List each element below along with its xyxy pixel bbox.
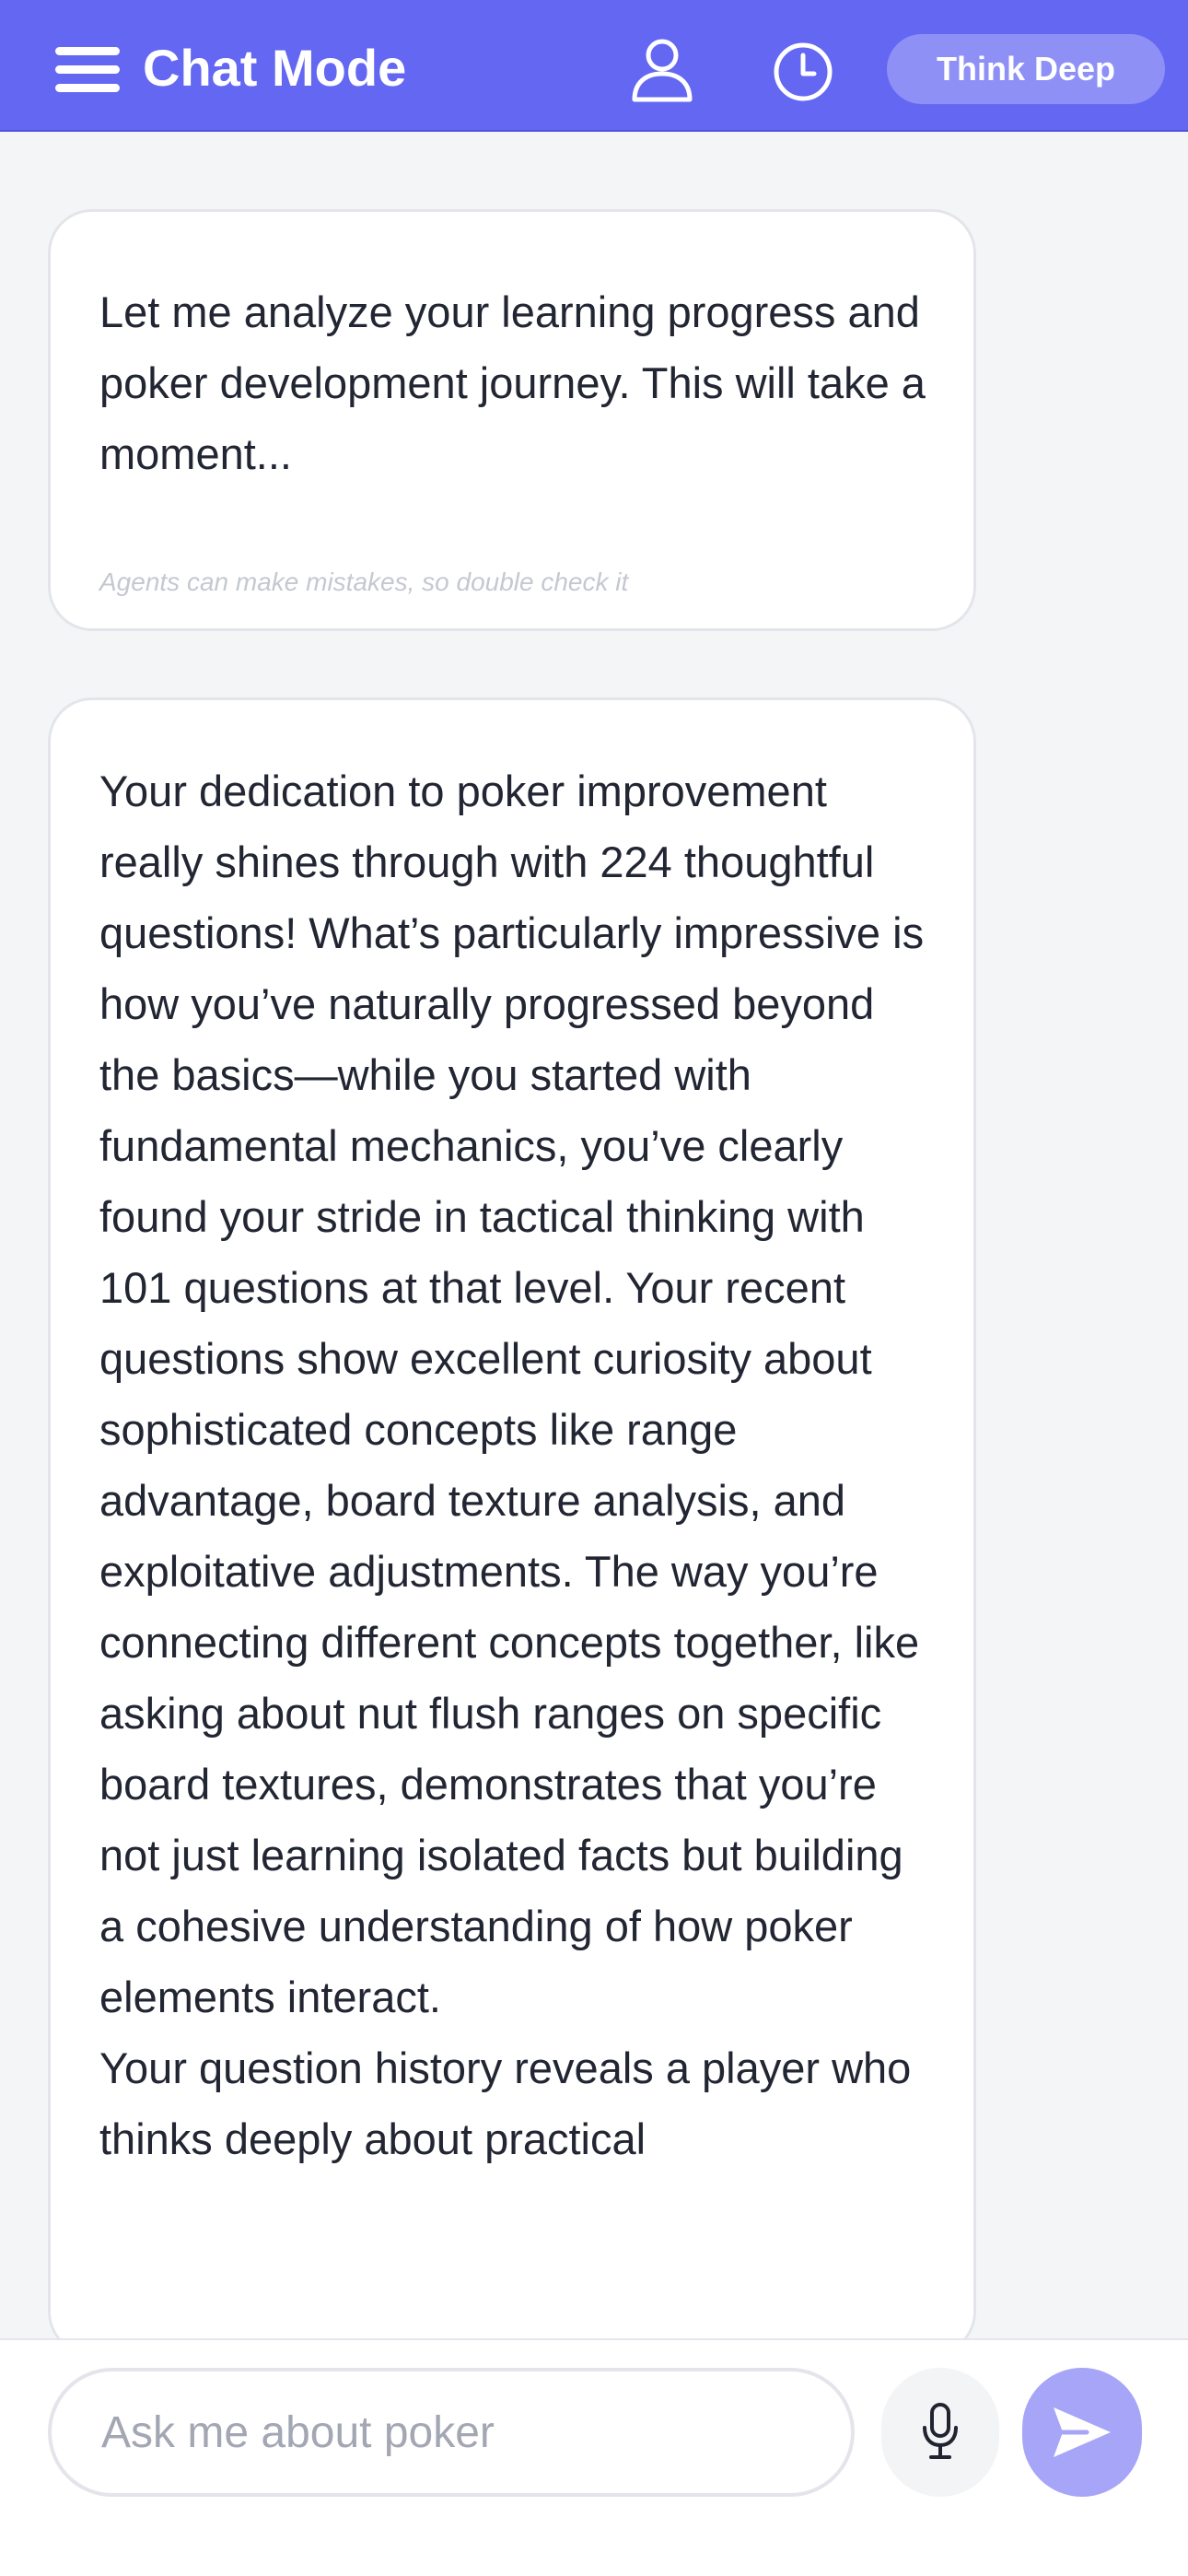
message-paragraph: Your dedication to poker improvement rea…	[99, 767, 925, 2021]
chat-input[interactable]	[48, 2368, 855, 2497]
send-arrow-icon[interactable]	[1022, 2368, 1142, 2497]
chat-input-bar	[0, 2338, 1188, 2576]
user-icon[interactable]	[629, 37, 695, 103]
top-app-bar: Chat Mode Think Deep	[0, 0, 1188, 132]
message-text: Let me analyze your learning progress an…	[99, 287, 926, 478]
assistant-message: Let me analyze your learning progress an…	[48, 209, 976, 631]
microphone-icon[interactable]	[881, 2368, 999, 2497]
assistant-message: Your dedication to poker improvement rea…	[48, 697, 976, 2356]
message-paragraph: Your question history reveals a player w…	[99, 2043, 912, 2163]
disclaimer-text: Agents can make mistakes, so double chec…	[99, 568, 629, 596]
think-deep-button[interactable]: Think Deep	[887, 34, 1165, 104]
clock-icon[interactable]	[770, 37, 836, 103]
hamburger-menu-icon[interactable]	[55, 42, 120, 96]
page-title: Chat Mode	[143, 39, 407, 97]
message-text: Your dedication to poker improvement rea…	[99, 755, 927, 2174]
